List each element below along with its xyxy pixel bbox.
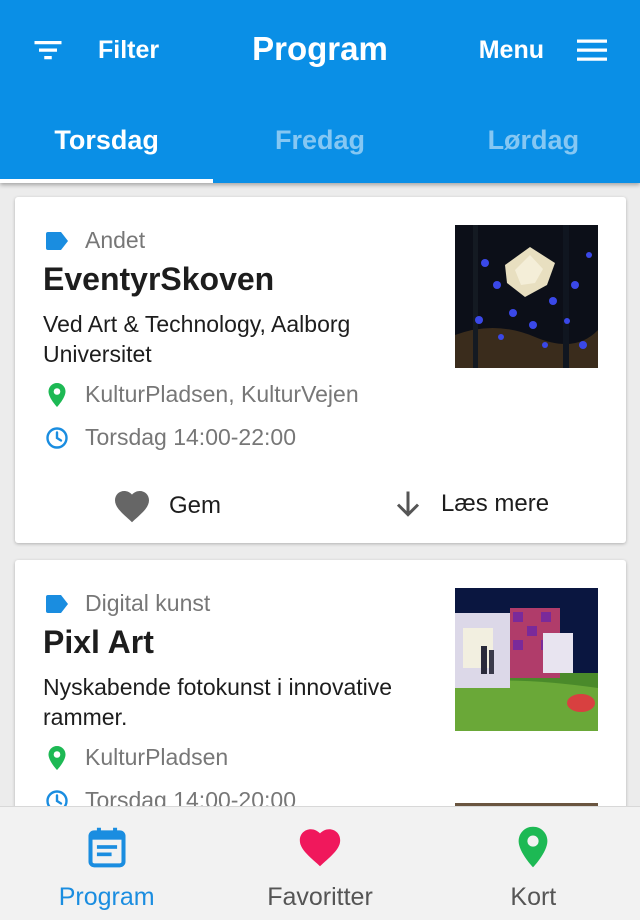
tag-icon <box>46 231 68 250</box>
event-list[interactable]: Andet EventyrSkoven Ved Art & Technology… <box>0 183 640 806</box>
day-tabs: Torsdag Fredag Lørdag <box>0 110 640 183</box>
category-label: Andet <box>85 227 146 253</box>
event-description: Ved Art & Technology, Aalborg Universite… <box>43 311 351 367</box>
calendar-icon <box>88 827 126 868</box>
save-button[interactable]: Gem <box>113 489 221 523</box>
event-card[interactable]: Andet EventyrSkoven Ved Art & Technology… <box>15 197 626 543</box>
filter-label: Filter <box>98 35 160 64</box>
bottom-navigation: Program Favoritter Kort <box>0 806 640 920</box>
map-pin-icon <box>518 826 548 868</box>
location-pin-icon <box>48 745 66 770</box>
arrow-down-icon <box>396 491 420 517</box>
nav-favorites-label: Favoritter <box>267 883 373 911</box>
clock-icon <box>46 426 68 449</box>
nav-program-label: Program <box>58 883 155 911</box>
tag-icon <box>46 594 68 613</box>
event-title: EventyrSkoven <box>43 261 275 297</box>
event-time: Torsdag 14:00-20:00 <box>45 787 296 806</box>
tab-lordag[interactable]: Lørdag <box>427 110 640 183</box>
menu-label: Menu <box>478 35 544 64</box>
tab-torsdag[interactable]: Torsdag <box>0 110 214 183</box>
nav-favorites[interactable]: Favoritter <box>213 807 426 920</box>
menu-button[interactable]: Menu <box>479 30 610 70</box>
nav-program[interactable]: Program <box>0 807 213 920</box>
time-label: Torsdag 14:00-20:00 <box>85 787 296 806</box>
hamburger-icon <box>577 39 607 61</box>
category-label: Digital kunst <box>85 590 211 616</box>
filter-icon <box>34 41 62 60</box>
event-image <box>455 225 598 368</box>
event-time: Torsdag 14:00-22:00 <box>45 424 296 451</box>
event-image <box>455 588 598 731</box>
event-category: Andet <box>45 227 145 254</box>
tab-fredag[interactable]: Fredag <box>213 110 426 183</box>
event-card[interactable]: Digital kunst Pixl Art Nyskabende fotoku… <box>15 560 626 806</box>
event-description: Nyskabende fotokunst i innovative rammer… <box>43 674 393 730</box>
app-bar: Filter Program Menu Torsdag Fredag Lørda… <box>0 0 640 183</box>
location-label: KulturPladsen, KulturVejen <box>85 381 359 407</box>
filter-button[interactable]: Filter <box>30 30 159 70</box>
event-location: KulturPladsen, KulturVejen <box>45 381 359 408</box>
read-more-button[interactable]: Læs mere <box>393 489 549 519</box>
event-location: KulturPladsen <box>45 744 228 771</box>
location-label: KulturPladsen <box>85 744 229 770</box>
location-pin-icon <box>48 382 66 407</box>
clock-icon <box>46 789 68 806</box>
event-title: Pixl Art <box>43 624 154 660</box>
read-more-label: Læs mere <box>441 490 550 517</box>
heart-icon <box>299 829 341 867</box>
save-label: Gem <box>169 492 222 519</box>
heart-icon <box>115 491 149 523</box>
nav-map[interactable]: Kort <box>427 807 640 920</box>
time-label: Torsdag 14:00-22:00 <box>85 424 296 450</box>
event-category: Digital kunst <box>45 590 210 617</box>
nav-map-label: Kort <box>510 883 557 911</box>
